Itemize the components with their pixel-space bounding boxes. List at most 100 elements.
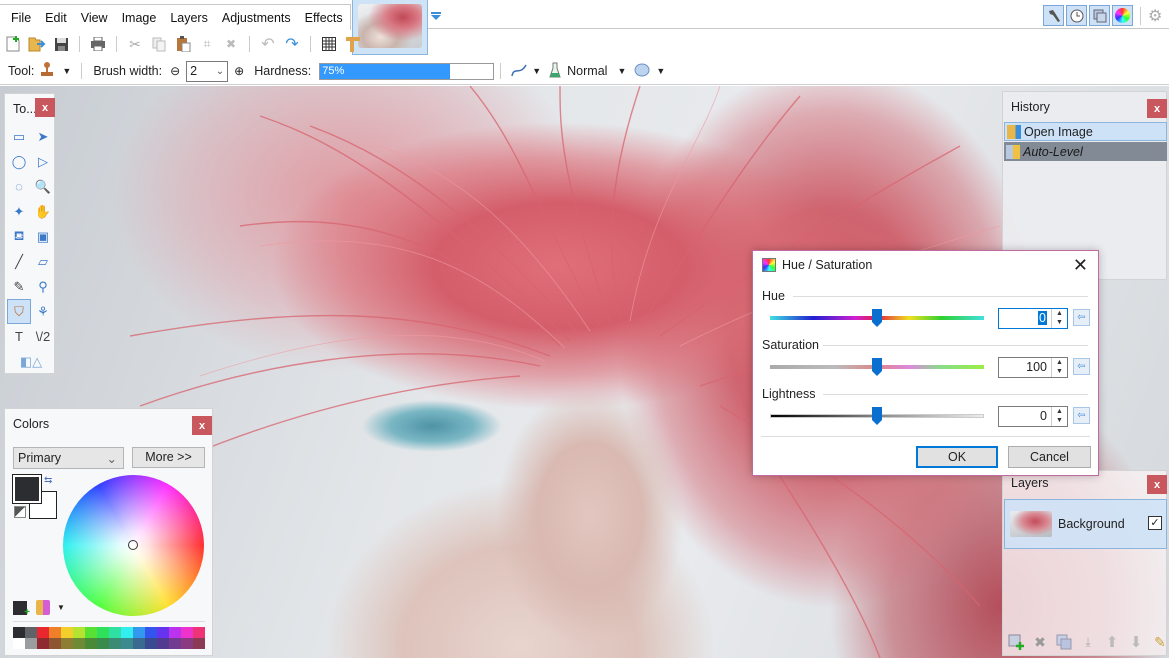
palette-swatch[interactable] — [97, 627, 109, 638]
undo-icon[interactable]: ↶ — [259, 35, 277, 53]
palette-swatch[interactable] — [157, 627, 169, 638]
settings-icon[interactable]: ⚙ — [1148, 6, 1162, 26]
menu-edit[interactable]: Edit — [38, 5, 74, 30]
tool-clone-stamp[interactable]: ⛉ — [7, 299, 31, 324]
palette-swatch[interactable] — [169, 627, 181, 638]
primary-color-swatch[interactable] — [12, 474, 42, 504]
blend-mode-select[interactable]: Normal — [567, 64, 607, 78]
tool-paintbrush[interactable]: ╱ — [7, 249, 31, 274]
palette-swatch[interactable] — [181, 627, 193, 638]
hue-spinner[interactable]: ▲ ▼ — [1051, 309, 1067, 328]
palette-swatch[interactable] — [73, 627, 85, 638]
menu-file[interactable]: File — [4, 5, 38, 30]
cancel-button[interactable]: Cancel — [1008, 446, 1091, 468]
palette-swatch[interactable] — [193, 627, 205, 638]
palette-swatch[interactable] — [181, 638, 193, 649]
tool-rectangle-select[interactable]: ▭ — [7, 124, 31, 149]
blend-mode-dropdown-icon[interactable]: ▼ — [617, 66, 626, 76]
tool-eraser[interactable]: ▱ — [31, 249, 55, 274]
hue-input[interactable]: 0 ▲ ▼ — [998, 308, 1068, 329]
history-item[interactable]: Open Image — [1004, 122, 1167, 141]
lightness-input[interactable]: 0 ▲ ▼ — [998, 406, 1068, 427]
palette-dropdown-icon[interactable]: ▼ — [57, 603, 65, 612]
layers-panel-close-button[interactable]: x — [1147, 475, 1167, 494]
menu-effects[interactable]: Effects — [298, 5, 350, 30]
clone-stamp-tool-icon[interactable] — [38, 61, 56, 82]
menu-view[interactable]: View — [74, 5, 115, 30]
saturation-input[interactable]: 100 ▲ ▼ — [998, 357, 1068, 378]
tool-recolor[interactable]: ⚘ — [31, 299, 55, 324]
tool-text[interactable]: T — [7, 324, 31, 349]
dialog-close-button[interactable]: ✕ — [1073, 256, 1088, 274]
tool-move-selection[interactable]: ▷ — [31, 149, 55, 174]
hue-reset-button[interactable]: ⇦ — [1073, 309, 1090, 326]
palette-swatch[interactable] — [109, 627, 121, 638]
swap-colors-icon[interactable]: ⇆ — [44, 475, 52, 486]
brush-width-combo[interactable]: 2 ⌄ — [186, 60, 229, 82]
history-item[interactable]: Auto-Level — [1004, 142, 1167, 161]
deselect-icon[interactable]: ✖ — [222, 35, 240, 53]
layer-visibility-checkbox[interactable]: ✓ — [1148, 516, 1162, 530]
reset-colors-icon[interactable] — [14, 506, 26, 518]
color-mode-select[interactable]: Primary ⌄ — [13, 447, 124, 469]
print-icon[interactable] — [89, 35, 107, 53]
palette-swatch[interactable] — [49, 627, 61, 638]
layer-row[interactable]: Background ✓ — [1004, 499, 1167, 549]
tool-magic-wand[interactable]: ✦ — [7, 199, 31, 224]
tool-ellipse-select[interactable]: ◌ — [7, 174, 31, 199]
copy-icon[interactable] — [150, 35, 168, 53]
palette-swatch[interactable] — [193, 638, 205, 649]
add-layer-icon[interactable] — [1007, 633, 1025, 651]
menu-image[interactable]: Image — [115, 5, 164, 30]
tool-gradient[interactable]: ▣ — [31, 224, 55, 249]
tools-panel-close-button[interactable]: x — [35, 98, 55, 117]
menu-layers[interactable]: Layers — [163, 5, 215, 30]
palette-swatch[interactable] — [73, 638, 85, 649]
crop-icon[interactable]: ⌗ — [198, 35, 216, 53]
palette-swatch[interactable] — [121, 638, 133, 649]
palette-swatch[interactable] — [61, 638, 73, 649]
layers-toggle-icon[interactable] — [1089, 5, 1110, 26]
palette-menu-icon[interactable] — [36, 600, 50, 615]
selection-mode-icon[interactable] — [634, 63, 650, 80]
tool-pan[interactable]: ✋ — [31, 199, 55, 224]
palette-swatch[interactable] — [25, 638, 37, 649]
grid-icon[interactable] — [320, 35, 338, 53]
layer-properties-icon[interactable]: ✎ — [1151, 633, 1169, 651]
lightness-reset-button[interactable]: ⇦ — [1073, 407, 1090, 424]
saturation-reset-button[interactable]: ⇦ — [1073, 358, 1090, 375]
lightness-slider-thumb[interactable] — [872, 407, 882, 425]
tools-toggle-icon[interactable] — [1043, 5, 1064, 26]
palette-swatch[interactable] — [85, 627, 97, 638]
palette-swatch[interactable] — [13, 638, 25, 649]
tool-shapes[interactable]: ◧△ — [7, 349, 55, 374]
ok-button[interactable]: OK — [916, 446, 998, 468]
palette-swatch[interactable] — [169, 638, 181, 649]
palette-swatch[interactable] — [85, 638, 97, 649]
move-layer-up-icon[interactable]: ⬆ — [1103, 633, 1121, 651]
palette-swatch[interactable] — [109, 638, 121, 649]
palette-swatch[interactable] — [13, 627, 25, 638]
open-icon[interactable] — [28, 35, 46, 53]
new-image-icon[interactable] — [4, 35, 22, 53]
save-icon[interactable] — [52, 35, 70, 53]
image-tab[interactable] — [352, 0, 428, 55]
palette-swatch[interactable] — [37, 638, 49, 649]
brush-width-decrease-icon[interactable]: ⊖ — [170, 64, 180, 78]
antialiasing-dropdown-icon[interactable]: ▼ — [532, 66, 541, 76]
history-panel-close-button[interactable]: x — [1147, 99, 1167, 118]
cut-icon[interactable]: ✂ — [126, 35, 144, 53]
palette-swatch[interactable] — [121, 627, 133, 638]
palette-swatch[interactable] — [133, 627, 145, 638]
palette-swatch[interactable] — [145, 627, 157, 638]
colors-toggle-icon[interactable] — [1112, 5, 1133, 26]
history-toggle-icon[interactable] — [1066, 5, 1087, 26]
selection-mode-dropdown-icon[interactable]: ▼ — [656, 66, 665, 76]
hue-slider-thumb[interactable] — [872, 309, 882, 327]
add-to-palette-icon[interactable]: + — [13, 601, 30, 618]
delete-layer-icon[interactable]: ✖ — [1031, 633, 1049, 651]
move-layer-down-icon[interactable]: ⬇ — [1127, 633, 1145, 651]
paste-icon[interactable] — [174, 35, 192, 53]
colors-panel-close-button[interactable]: x — [192, 416, 212, 435]
duplicate-layer-icon[interactable] — [1055, 633, 1073, 651]
